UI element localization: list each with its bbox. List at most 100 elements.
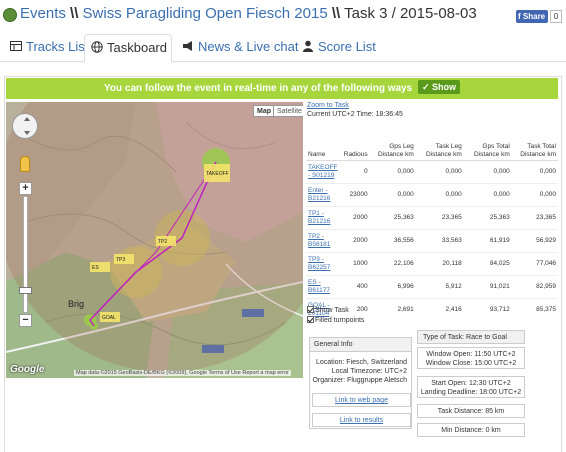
tab-news-live-chat[interactable]: News & Live chat bbox=[176, 34, 298, 62]
table-cell: 2000 bbox=[341, 205, 370, 229]
table-cell: 0,000 bbox=[463, 182, 512, 206]
table-cell: 93,712 bbox=[463, 297, 512, 321]
table-cell: 0,000 bbox=[369, 182, 416, 206]
table-cell: 36,556 bbox=[369, 228, 416, 252]
google-logo: Google bbox=[10, 364, 45, 375]
turnpoint-table: Name Radious Gps Leg Distance km Task Le… bbox=[306, 138, 558, 321]
table-cell: 85,375 bbox=[511, 297, 558, 321]
landing-deadline-text: Landing Deadline: 18:00 UTC+2 bbox=[420, 389, 522, 396]
share-count: 0 bbox=[550, 10, 562, 23]
general-info-panel: General Info Location: Fiesch, Switzerla… bbox=[309, 337, 412, 429]
globe-icon bbox=[3, 8, 17, 22]
facebook-share-button[interactable]: f Share bbox=[516, 10, 548, 23]
tab-tracks-list[interactable]: Tracks List bbox=[4, 34, 88, 62]
show-task-checkbox[interactable]: Show Task bbox=[307, 306, 349, 314]
table-cell: 6,996 bbox=[369, 274, 416, 298]
column-header: Task Total Distance km bbox=[511, 138, 558, 161]
table-cell: 5,912 bbox=[415, 274, 464, 298]
task-map[interactable]: Brig TAKEOFF TP2 TP3 ES GOAL Map Satelli… bbox=[6, 102, 303, 378]
turnpoint-label: TP2 bbox=[158, 239, 167, 245]
web-page-link[interactable]: Link to web page bbox=[312, 393, 411, 407]
min-distance: Min Distance: 0 km bbox=[417, 423, 525, 437]
tab-label: Score List bbox=[318, 39, 376, 54]
table-cell: 2,416 bbox=[415, 297, 464, 321]
results-link[interactable]: Link to results bbox=[312, 413, 411, 427]
live-follow-banner: You can follow the event in real-time in… bbox=[6, 78, 558, 99]
zoom-slider[interactable] bbox=[23, 196, 28, 313]
tab-label: News & Live chat bbox=[198, 39, 299, 54]
table-cell: 77,046 bbox=[511, 251, 558, 275]
turnpoint-name-link[interactable]: TP3 - B62257 bbox=[306, 251, 342, 275]
turnpoint-name-link[interactable]: TP2 - B58181 bbox=[306, 228, 342, 252]
page-header: Events \\ Swiss Paragliding Open Fiesch … bbox=[0, 0, 566, 32]
table-cell: 0,000 bbox=[511, 159, 558, 183]
breadcrumb-separator: \\ bbox=[70, 5, 79, 22]
tab-taskboard[interactable]: Taskboard bbox=[84, 34, 172, 63]
table-cell: 2000 bbox=[341, 228, 370, 252]
table-cell: 23000 bbox=[341, 182, 370, 206]
window-times: Window Open: 11:50 UTC+2 Window Close: 1… bbox=[417, 347, 525, 369]
pan-control[interactable] bbox=[12, 113, 38, 139]
organizer-text: Organizer: Fluggruppe Aletsch bbox=[312, 377, 407, 384]
task-type: Type of Task: Race to Goal bbox=[417, 330, 525, 344]
panel-heading: General Info bbox=[310, 338, 411, 352]
table-row: ES - B61177 400 6,996 5,912 91,021 82,95… bbox=[306, 274, 558, 298]
turnpoint-label: ES bbox=[92, 265, 99, 271]
map-type-satellite-button[interactable]: Satellite bbox=[273, 105, 303, 117]
tab-score-list[interactable]: Score List bbox=[296, 34, 376, 62]
table-cell: 61,919 bbox=[463, 228, 512, 252]
table-cell: 84,025 bbox=[463, 251, 512, 275]
table-cell: 2,691 bbox=[369, 297, 416, 321]
share-label: Share bbox=[522, 12, 546, 21]
checkbox-label: Filled turnpoints bbox=[315, 317, 365, 324]
map-type-map-button[interactable]: Map bbox=[253, 105, 275, 117]
banner-text: You can follow the event in real-time in… bbox=[103, 83, 413, 94]
zoom-in-button[interactable]: + bbox=[19, 182, 32, 195]
show-button[interactable]: ✓ Show bbox=[417, 80, 461, 94]
table-cell: 1000 bbox=[341, 251, 370, 275]
user-icon bbox=[303, 40, 313, 52]
start-open-text: Start Open: 12:30 UTC+2 bbox=[431, 380, 511, 387]
location-text: Location: Fiesch, Switzerland bbox=[315, 359, 407, 366]
task-title: Task 3 / 2015-08-03 bbox=[344, 5, 477, 22]
breadcrumb-separator: \\ bbox=[331, 5, 341, 22]
table-row: TP3 - B62257 1000 22,106 20,118 84,025 7… bbox=[306, 251, 558, 275]
checkbox-checked-icon[interactable] bbox=[307, 306, 314, 313]
table-row: TAKEOFF - S01219 0 0,000 0,000 0,000 0,0… bbox=[306, 159, 558, 183]
table-cell: 33,563 bbox=[415, 228, 464, 252]
events-link[interactable]: Events bbox=[20, 5, 66, 22]
map-canvas: Brig TAKEOFF TP2 TP3 ES GOAL bbox=[6, 102, 303, 378]
turnpoint-label: TP3 bbox=[116, 257, 125, 263]
column-header: Radious bbox=[341, 138, 370, 161]
turnpoint-name-link[interactable]: ES - B61177 bbox=[306, 274, 342, 298]
zoom-out-button[interactable]: − bbox=[19, 314, 32, 327]
checkbox-checked-icon[interactable] bbox=[307, 316, 314, 323]
window-open-text: Window Open: 11:50 UTC+2 bbox=[426, 351, 516, 358]
table-cell: 91,021 bbox=[463, 274, 512, 298]
zoom-to-task-link[interactable]: Zoom to Task bbox=[307, 102, 349, 109]
turnpoint-name-link[interactable]: Enter - B21216 bbox=[306, 182, 342, 206]
table-cell: 56,929 bbox=[511, 228, 558, 252]
zoom-slider-handle[interactable] bbox=[19, 287, 32, 294]
column-header: Gps Leg Distance km bbox=[369, 138, 416, 161]
window-close-text: Window Close: 15:00 UTC+2 bbox=[425, 360, 517, 367]
table-cell: 82,959 bbox=[511, 274, 558, 298]
table-cell: 23,365 bbox=[415, 205, 464, 229]
turnpoint-name-link[interactable]: TAKEOFF - S01219 bbox=[306, 159, 342, 183]
tab-label: Taskboard bbox=[107, 40, 167, 55]
event-name-link[interactable]: Swiss Paragliding Open Fiesch 2015 bbox=[83, 5, 328, 22]
place-label: Brig bbox=[68, 299, 84, 309]
task-distance: Task Distance: 85 km bbox=[417, 404, 525, 418]
page-title: Events \\ Swiss Paragliding Open Fiesch … bbox=[20, 5, 477, 22]
table-cell: 0 bbox=[341, 159, 370, 183]
table-cell: 25,363 bbox=[369, 205, 416, 229]
street-view-pegman-icon[interactable] bbox=[20, 156, 30, 172]
turnpoint-label: TAKEOFF bbox=[206, 171, 229, 177]
turnpoint-name-link[interactable]: TP1 - B21216 bbox=[306, 205, 342, 229]
table-header-row: Name Radious Gps Leg Distance km Task Le… bbox=[306, 138, 558, 161]
globe-icon bbox=[91, 41, 103, 53]
column-header: Name bbox=[306, 138, 342, 161]
filled-turnpoints-checkbox[interactable]: Filled turnpoints bbox=[307, 316, 364, 324]
tab-label: Tracks List bbox=[26, 39, 89, 54]
table-cell: 0,000 bbox=[463, 159, 512, 183]
